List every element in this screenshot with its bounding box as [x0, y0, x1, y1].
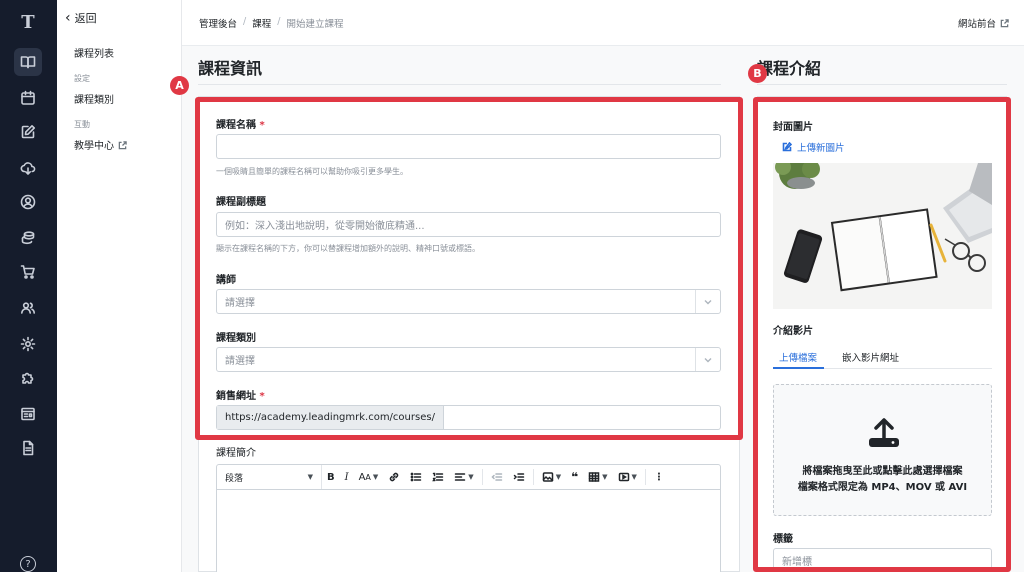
course-subnav: ‹ 返回 課程列表 設定 課程類別 互動 教學中心 [57, 0, 182, 572]
bulleted-list-icon[interactable] [405, 465, 427, 489]
breadcrumb-course[interactable]: 課程 [252, 16, 271, 30]
chevron-left-icon: ‹ [65, 9, 71, 26]
brand-logo[interactable]: T [14, 8, 42, 36]
editor-toolbar: 段落 ▼ B I A A ▼ ▼ ▼ ❝ ▼ ▼ ⋮ [216, 464, 721, 490]
table-icon[interactable]: ▼ [583, 465, 612, 489]
numbered-list-icon[interactable] [427, 465, 449, 489]
help-icon[interactable]: ? [20, 556, 36, 572]
layout-icon[interactable] [14, 400, 42, 428]
subnav-item-course-list[interactable]: 課程列表 [74, 45, 114, 60]
course-intro-editor[interactable] [216, 490, 721, 572]
font-size-icon[interactable]: A A ▼ [354, 465, 384, 489]
coins-icon[interactable] [14, 224, 42, 252]
toolbar-divider [644, 469, 646, 485]
site-front-link[interactable]: 網站前台 [958, 16, 1009, 30]
cart-icon[interactable] [14, 258, 42, 286]
paragraph-format-select[interactable]: 段落 ▼ [217, 465, 322, 489]
user-circle-icon[interactable] [14, 188, 42, 216]
media-embed-icon[interactable]: ▼ [613, 465, 642, 489]
external-link-icon [118, 141, 127, 150]
italic-icon[interactable]: I [340, 465, 354, 489]
course-info-title: 課程資訊 [198, 59, 263, 78]
site-front-label: 網站前台 [957, 19, 996, 30]
cloud-download-icon[interactable] [14, 154, 42, 182]
icon-rail: T ? [0, 0, 57, 572]
quote-icon[interactable]: ❝ [566, 465, 583, 489]
divider [198, 84, 721, 85]
back-link[interactable]: ‹ 返回 [65, 10, 97, 26]
breadcrumb-separator: / [243, 16, 247, 27]
subnav-item-teaching-center[interactable]: 教學中心 [74, 137, 127, 152]
back-label: 返回 [74, 12, 97, 25]
divider [757, 84, 1007, 85]
subnav-section-settings: 設定 [74, 74, 90, 83]
badge-b: B [748, 64, 767, 83]
link-icon[interactable] [383, 465, 405, 489]
course-intro-label: 課程簡介 [216, 448, 256, 459]
chevron-down-icon: ▼ [307, 473, 313, 481]
more-options-icon[interactable]: ⋮ [649, 465, 669, 489]
badge-a: A [170, 76, 189, 95]
toolbar-divider [481, 469, 483, 485]
highlight-frame-a [195, 97, 743, 440]
align-icon[interactable]: ▼ [449, 465, 478, 489]
calendar-icon[interactable] [14, 84, 42, 112]
toolbar-divider [532, 469, 534, 485]
breadcrumb: 管理後台 / 課程 / 開始建立課程 [199, 16, 343, 30]
edit-icon[interactable] [14, 118, 42, 146]
breadcrumb-separator: / [277, 16, 281, 27]
teaching-center-label: 教學中心 [74, 141, 114, 152]
document-icon[interactable] [14, 434, 42, 462]
breadcrumb-current: 開始建立課程 [286, 19, 344, 30]
puzzle-icon[interactable] [14, 364, 42, 392]
subnav-item-course-category[interactable]: 課程類別 [74, 91, 114, 106]
subnav-section-interaction: 互動 [74, 120, 90, 129]
top-bar: 管理後台 / 課程 / 開始建立課程 網站前台 [182, 0, 1024, 46]
book-icon[interactable] [14, 48, 42, 76]
external-link-icon [1000, 19, 1009, 28]
paragraph-format-value: 段落 [225, 473, 244, 484]
bold-icon[interactable]: B [322, 465, 340, 489]
breadcrumb-admin[interactable]: 管理後台 [199, 16, 237, 30]
gear-icon[interactable] [14, 330, 42, 358]
users-icon[interactable] [14, 294, 42, 322]
indent-icon[interactable] [508, 465, 530, 489]
image-icon[interactable]: ▼ [537, 465, 566, 489]
outdent-icon[interactable] [486, 465, 508, 489]
highlight-frame-b [753, 97, 1011, 572]
